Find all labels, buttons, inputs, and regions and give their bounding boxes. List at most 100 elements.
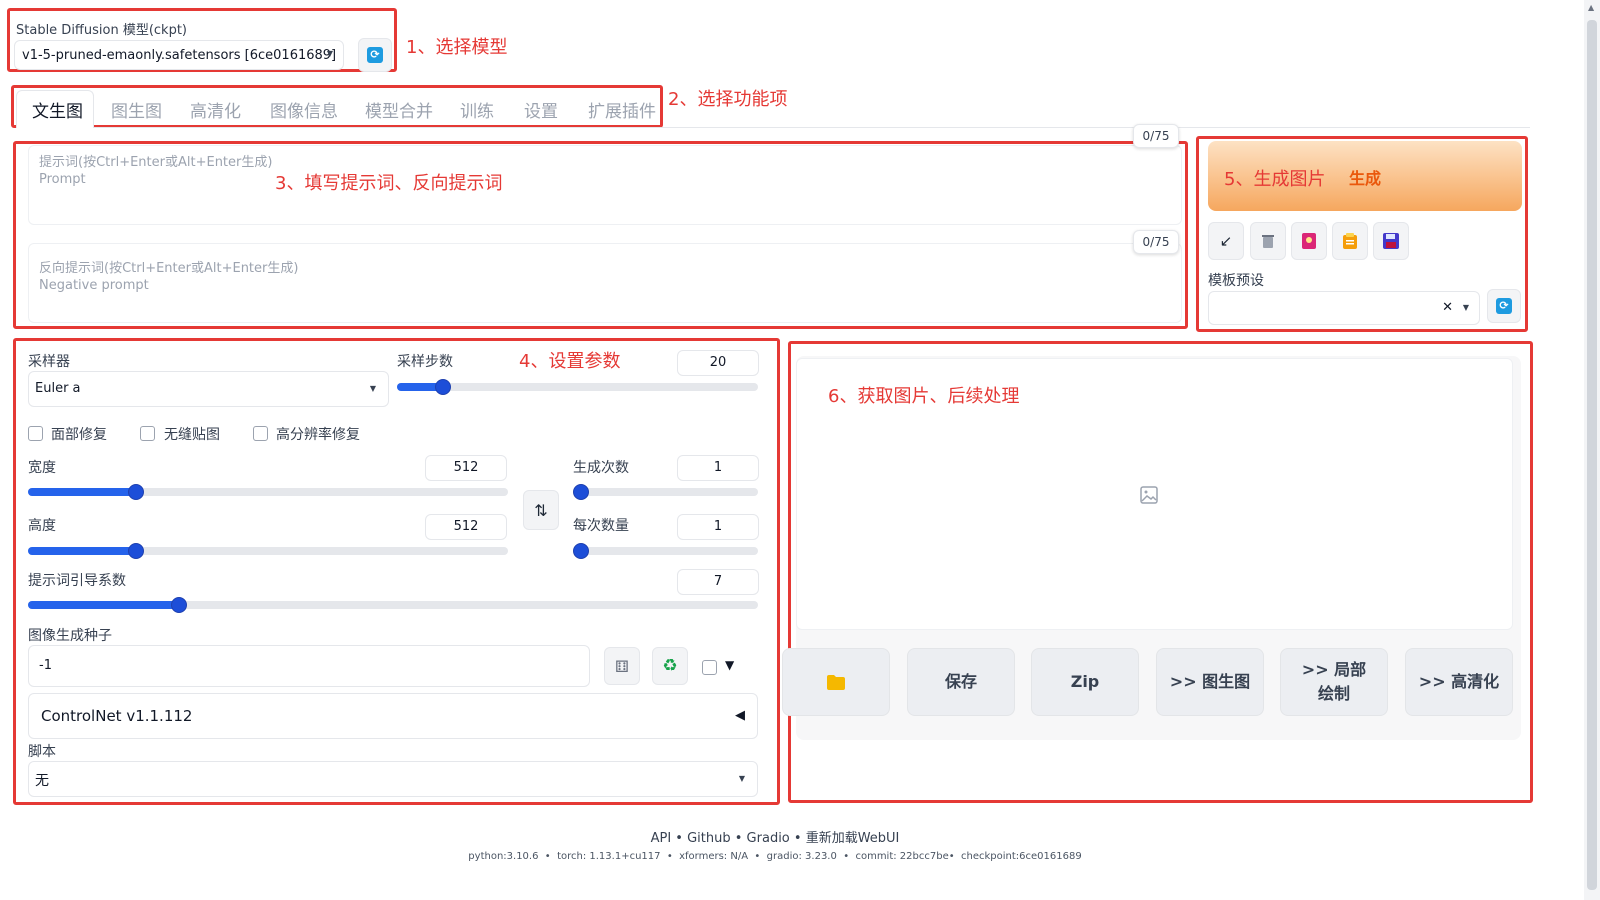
face-restore-label: 面部修复 — [51, 427, 107, 443]
send-to-inpaint-button[interactable]: >> 局部绘制 — [1280, 648, 1388, 716]
seed-input[interactable]: -1 — [28, 645, 590, 687]
batch-size-slider[interactable] — [573, 543, 758, 559]
reuse-seed-button[interactable]: ♻ — [652, 647, 688, 685]
dice-icon: ⚅ — [615, 656, 629, 676]
card-icon — [1302, 233, 1316, 249]
trash-icon — [1262, 235, 1274, 248]
prompt-token-counter-text: 0/75 — [1142, 129, 1170, 143]
triangle-left-icon: ◀ — [735, 708, 745, 723]
batch-count-slider[interactable] — [573, 484, 758, 500]
clear-icon[interactable]: ✕ — [1442, 300, 1453, 315]
tiling-label: 无缝贴图 — [164, 427, 220, 443]
width-input[interactable]: 512 — [425, 455, 507, 481]
footer-versions: python:3.10.6 • torch: 1.13.1+cu117 • xf… — [468, 851, 1082, 862]
extra-seed-checkbox[interactable] — [702, 660, 717, 675]
steps-slider[interactable] — [397, 379, 758, 395]
annotation-5: 5、生成图片 — [1224, 169, 1326, 190]
batch-size-input[interactable]: 1 — [677, 514, 759, 540]
arrow-down-left-icon: ↙ — [1219, 232, 1233, 250]
annotation-1: 1、选择模型 — [406, 37, 508, 58]
open-folder-button[interactable] — [782, 648, 890, 716]
zip-button[interactable]: Zip — [1031, 648, 1139, 716]
annotation-2: 2、选择功能项 — [668, 89, 788, 110]
height-slider[interactable] — [28, 543, 508, 559]
refresh-icon: ⟳ — [367, 47, 383, 63]
tab-txt2img[interactable]: 文生图 — [32, 97, 83, 122]
batch-size-slider-thumb[interactable] — [573, 543, 589, 559]
read-params-button[interactable]: ↙ — [1208, 222, 1244, 260]
generate-button-label: 生成 — [1349, 169, 1382, 188]
width-slider-fill — [28, 488, 137, 496]
floppy-disk-icon — [1383, 233, 1399, 249]
width-slider[interactable] — [28, 484, 508, 500]
swap-dimensions-button[interactable]: ⇅ — [523, 490, 559, 530]
annotation-3: 3、填写提示词、反向提示词 — [275, 173, 503, 194]
preset-select[interactable]: ✕ ▼ — [1208, 291, 1480, 325]
negative-prompt-textarea[interactable]: 反向提示词(按Ctrl+Enter或Alt+Enter生成) Negative … — [28, 243, 1182, 323]
cfg-scale-slider[interactable] — [28, 597, 758, 613]
script-select[interactable]: 无 ▼ — [28, 761, 758, 797]
send-to-extras-button[interactable]: >> 高清化 — [1405, 648, 1513, 716]
batch-count-input[interactable]: 1 — [677, 455, 759, 481]
negative-placeholder-cn: 反向提示词(按Ctrl+Enter或Alt+Enter生成) — [39, 261, 299, 276]
save-button[interactable]: 保存 — [907, 648, 1015, 716]
recycle-icon: ♻ — [662, 656, 678, 676]
refresh-presets-button[interactable]: ⟳ — [1487, 289, 1521, 323]
face-restore-checkbox[interactable] — [28, 426, 43, 441]
send-to-img2img-button[interactable]: >> 图生图 — [1156, 648, 1264, 716]
chevron-down-icon: ▼ — [1462, 303, 1469, 312]
extra-seed-toggle-icon[interactable]: ▼ — [725, 658, 734, 672]
cfg-scale-slider-thumb[interactable] — [171, 597, 188, 613]
clear-prompt-button[interactable] — [1250, 222, 1286, 260]
clipboard-icon — [1343, 233, 1357, 249]
hires-fix-label: 高分辨率修复 — [276, 427, 360, 443]
sampler-select[interactable]: Euler a ▼ — [28, 371, 389, 407]
prompt-textarea[interactable]: 提示词(按Ctrl+Enter或Alt+Enter生成) Prompt — [28, 145, 1182, 225]
model-label: Stable Diffusion 模型(ckpt) — [16, 23, 188, 38]
tab-img2img[interactable]: 图生图 — [111, 97, 162, 122]
tab-extensions[interactable]: 扩展插件 — [588, 97, 656, 122]
tab-settings[interactable]: 设置 — [524, 97, 558, 122]
image-placeholder-icon — [1140, 486, 1158, 504]
controlnet-label: ControlNet v1.1.112 — [41, 707, 193, 725]
tab-extras[interactable]: 高清化 — [190, 97, 241, 122]
tab-divider — [94, 127, 1530, 128]
negative-placeholder-en: Negative prompt — [39, 278, 149, 293]
tab-checkpoint-merger[interactable]: 模型合并 — [365, 97, 433, 122]
steps-input[interactable]: 20 — [677, 350, 759, 376]
annotation-4: 4、设置参数 — [519, 351, 621, 372]
refresh-model-button[interactable]: ⟳ — [358, 38, 392, 72]
batch-size-label: 每次数量 — [573, 518, 629, 534]
random-seed-button[interactable]: ⚅ — [604, 647, 640, 685]
negative-token-counter: 0/75 — [1133, 230, 1179, 254]
sampler-value: Euler a — [35, 381, 81, 396]
scrollbar-thumb[interactable] — [1587, 20, 1597, 890]
negative-token-counter-text: 0/75 — [1142, 235, 1170, 249]
batch-count-label: 生成次数 — [573, 460, 629, 476]
footer-links[interactable]: API • Github • Gradio • 重新加载WebUI — [0, 827, 1550, 846]
tab-train[interactable]: 训练 — [460, 97, 494, 122]
steps-label: 采样步数 — [397, 354, 453, 370]
extra-networks-button[interactable] — [1291, 222, 1327, 260]
model-select-value: v1-5-pruned-emaonly.safetensors [6ce0161… — [22, 48, 337, 63]
controlnet-accordion[interactable]: ControlNet v1.1.112 ◀ — [28, 693, 758, 739]
prompt-token-counter: 0/75 — [1133, 124, 1179, 148]
prompt-placeholder-cn: 提示词(按Ctrl+Enter或Alt+Enter生成) — [39, 155, 273, 170]
height-slider-fill — [28, 547, 137, 555]
apply-style-button[interactable] — [1332, 222, 1368, 260]
tiling-checkbox[interactable] — [140, 426, 155, 441]
height-input[interactable]: 512 — [425, 514, 507, 540]
width-label: 宽度 — [28, 460, 56, 476]
cfg-scale-input[interactable]: 7 — [677, 569, 759, 595]
seed-value: -1 — [39, 658, 52, 673]
folder-icon — [827, 674, 845, 690]
save-style-button[interactable] — [1373, 222, 1409, 260]
sampler-label: 采样器 — [28, 354, 70, 370]
seed-label: 图像生成种子 — [28, 628, 112, 644]
tab-png-info[interactable]: 图像信息 — [270, 97, 338, 122]
batch-count-slider-thumb[interactable] — [573, 484, 589, 500]
model-select[interactable]: v1-5-pruned-emaonly.safetensors [6ce0161… — [14, 40, 344, 70]
hires-fix-checkbox[interactable] — [253, 426, 268, 441]
scrollbar-up-arrow[interactable]: ▲ — [1588, 3, 1594, 12]
steps-slider-thumb[interactable] — [435, 379, 452, 395]
